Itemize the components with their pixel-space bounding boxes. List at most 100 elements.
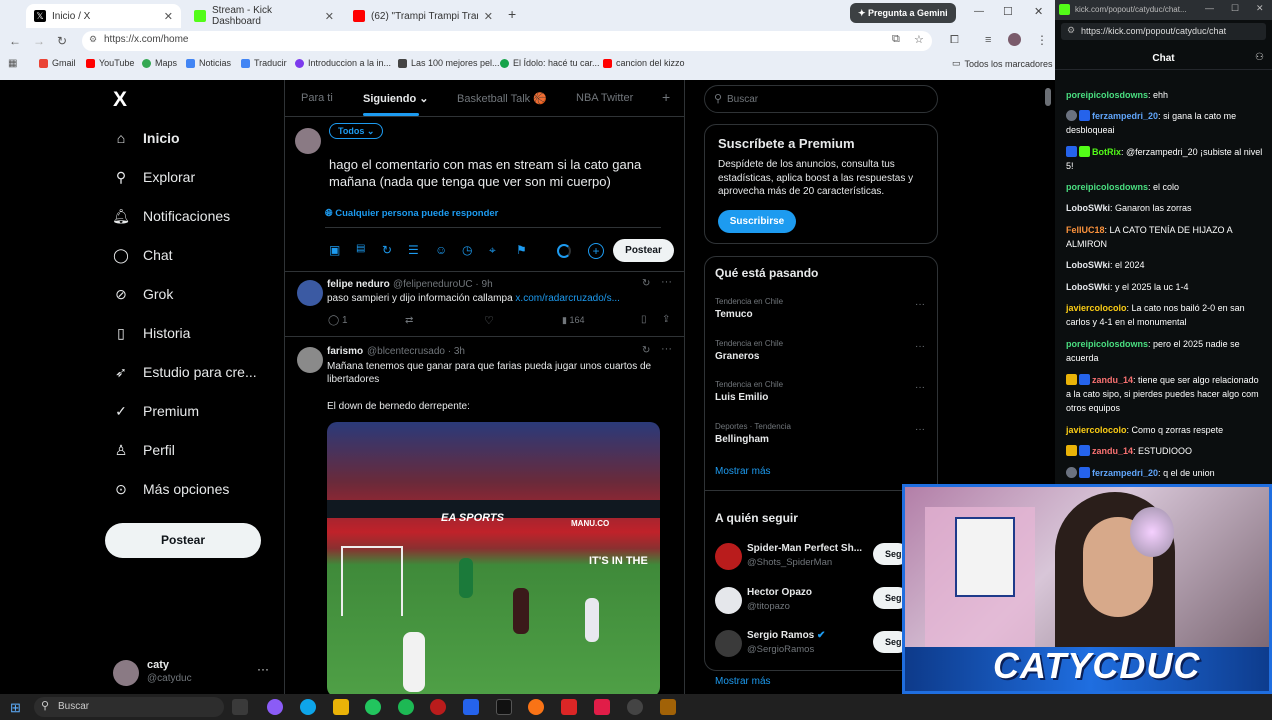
menu-icon[interactable]: ⋮	[1036, 33, 1048, 47]
trend-item[interactable]: Tendencia en Chile Luis Emilio	[715, 380, 783, 403]
composer-post-button[interactable]: Postear	[613, 239, 674, 262]
tweet[interactable]: farismo @blcentecrusado · 3h ↻ ··· Mañan…	[285, 337, 684, 694]
nav-notificaciones[interactable]: 🔔︎ Notificaciones	[112, 208, 230, 225]
x-scrollbar-thumb[interactable]	[1045, 88, 1051, 106]
tab-basketball-talk[interactable]: Basketball Talk 🏀	[457, 92, 547, 105]
bookmark-gmail[interactable]: Gmail	[39, 58, 76, 68]
bookmark-traducir[interactable]: Traducir	[241, 58, 287, 68]
apps-icon[interactable]: ▦	[8, 58, 17, 69]
chat-username[interactable]: LoboSWki	[1066, 282, 1110, 292]
users-icon[interactable]: ⚇	[1255, 52, 1264, 63]
bookmark-icon[interactable]: ▯	[641, 314, 647, 325]
close-tab-icon[interactable]: ✕	[484, 10, 493, 23]
trend-item[interactable]: Tendencia en Chile Temuco	[715, 297, 783, 320]
post-button[interactable]: Postear	[105, 523, 261, 558]
bookmark-youtube[interactable]: YouTube	[86, 58, 134, 68]
tab-youtube[interactable]: (62) "Trampi Trampi Trampi" - A ✕	[345, 4, 501, 28]
flag-icon[interactable]: ⚑	[516, 243, 527, 257]
obs-icon[interactable]	[430, 699, 446, 715]
chat-username[interactable]: javiercolocolo	[1066, 303, 1127, 313]
location-icon[interactable]: ⌖	[489, 243, 496, 258]
search-input[interactable]: ⚲ Buscar	[704, 85, 938, 113]
add-post-icon[interactable]: +	[588, 243, 604, 259]
nav-premium[interactable]: ✓ Premium	[113, 403, 199, 420]
grok-icon[interactable]: ↻	[642, 278, 650, 289]
tweet-video[interactable]: EA SPORTS IT'S IN THE MANU.CO	[327, 422, 660, 694]
bookmark-star-icon[interactable]: ☆	[914, 33, 924, 46]
nav-historia[interactable]: ▯ Historia	[113, 325, 190, 342]
close-window-icon[interactable]: ✕	[1256, 3, 1264, 14]
trend-item[interactable]: Deportes · Tendencia Bellingham	[715, 422, 791, 445]
nav-perfil[interactable]: ♙ Perfil	[113, 442, 175, 459]
nav-estudio[interactable]: ➶ Estudio para cre...	[113, 364, 257, 381]
nav-grok[interactable]: ⊘ Grok	[113, 286, 173, 303]
all-bookmarks[interactable]: ▭ Todos los marcadores	[952, 58, 1053, 69]
chrome-icon[interactable]	[365, 699, 381, 715]
nav-inicio[interactable]: ⌂ Inicio	[113, 130, 180, 146]
add-tab-icon[interactable]: +	[662, 89, 670, 105]
install-icon[interactable]: ⧉	[892, 33, 900, 46]
copilot-icon[interactable]	[267, 699, 283, 715]
retweet-icon[interactable]: ⇄	[405, 315, 413, 326]
poll-icon[interactable]: ☰	[408, 243, 419, 257]
chat-username[interactable]: javiercolocolo	[1066, 425, 1127, 435]
spotify-icon[interactable]	[398, 699, 414, 715]
bookmark-noticias[interactable]: Noticias	[186, 58, 231, 68]
tweet-author[interactable]: farismo	[327, 346, 363, 357]
views-button[interactable]: ▮ 164	[562, 315, 584, 326]
more-icon[interactable]: ···	[915, 299, 925, 310]
maximize-icon[interactable]: ☐	[1003, 5, 1013, 18]
minimize-icon[interactable]: —	[1205, 3, 1214, 13]
nav-explorar[interactable]: ⚲ Explorar	[113, 169, 195, 186]
chat-username[interactable]: poreipicolosdowns	[1066, 90, 1148, 100]
chat-username[interactable]: ferzampedri_20	[1092, 111, 1158, 121]
tab-nba-twitter[interactable]: NBA Twitter	[576, 92, 633, 104]
chat-username[interactable]: poreipicolosdowns	[1066, 339, 1148, 349]
tweet-author[interactable]: felipe neduro	[327, 279, 390, 290]
back-icon[interactable]: ←	[9, 34, 21, 48]
composer-textarea[interactable]: hago el comentario con mas en stream si …	[329, 156, 669, 190]
more-icon[interactable]: ···	[915, 424, 925, 435]
maximize-icon[interactable]: ☐	[1231, 3, 1239, 14]
chat-username[interactable]: zandu_14	[1092, 375, 1133, 385]
more-icon[interactable]: ···	[257, 662, 269, 676]
nav-mas-opciones[interactable]: ⊙ Más opciones	[113, 481, 229, 498]
word-icon[interactable]	[463, 699, 479, 715]
tiktok-icon[interactable]	[496, 699, 512, 715]
firefox-icon[interactable]	[528, 699, 544, 715]
media-icon[interactable]: ≡	[985, 34, 991, 46]
taskbar-search[interactable]: ⚲ Buscar	[34, 697, 224, 717]
tweet[interactable]: felipe neduro @felipeneduroUC · 9h ↻ ···…	[285, 272, 684, 336]
more-icon[interactable]: ···	[915, 382, 925, 393]
tab-kick-dashboard[interactable]: Stream - Kick Dashboard ✕	[186, 4, 342, 28]
close-window-icon[interactable]: ✕	[1034, 5, 1043, 18]
media-icon[interactable]: ▣	[329, 243, 340, 257]
more-icon[interactable]: ···	[661, 343, 672, 355]
tab-para-ti[interactable]: Para ti	[301, 92, 333, 104]
reply-button[interactable]: ◯ 1	[328, 315, 348, 326]
x-logo[interactable]: X	[113, 88, 127, 112]
chat-username[interactable]: poreipicolosdowns	[1066, 182, 1148, 192]
chat-username[interactable]: BotRix	[1092, 147, 1121, 157]
bookmark-cancion[interactable]: cancion del kizzo	[603, 58, 685, 68]
schedule-icon[interactable]: ◷	[462, 243, 472, 257]
edge-icon[interactable]	[300, 699, 316, 715]
address-bar[interactable]: ⚙ https://x.com/home ⧉ ☆	[82, 31, 932, 51]
task-view-icon[interactable]	[232, 699, 248, 715]
netflix-icon[interactable]	[561, 699, 577, 715]
chat-username[interactable]: FelIUC18	[1066, 225, 1105, 235]
app-icon[interactable]	[627, 699, 643, 715]
subscribe-button[interactable]: Suscribirse	[718, 210, 796, 233]
bookmark-introduccion[interactable]: Introduccion a la in...	[295, 58, 391, 68]
app-icon[interactable]	[594, 699, 610, 715]
tab-x-home[interactable]: 𝕏 Inicio / X ✕	[26, 4, 181, 28]
close-tab-icon[interactable]: ✕	[325, 10, 334, 23]
like-icon[interactable]: ♡	[484, 314, 494, 327]
trend-item[interactable]: Tendencia en Chile Graneros	[715, 339, 783, 362]
emoji-icon[interactable]: ☺	[435, 243, 447, 257]
gif-icon[interactable]: ▤	[356, 243, 365, 254]
reload-icon[interactable]: ↻	[57, 34, 67, 48]
chat-username[interactable]: ferzampedri_20	[1092, 468, 1158, 478]
audience-selector[interactable]: Todos ⌄	[329, 123, 384, 139]
bookmark-peliculas[interactable]: Las 100 mejores pel...	[398, 58, 500, 68]
